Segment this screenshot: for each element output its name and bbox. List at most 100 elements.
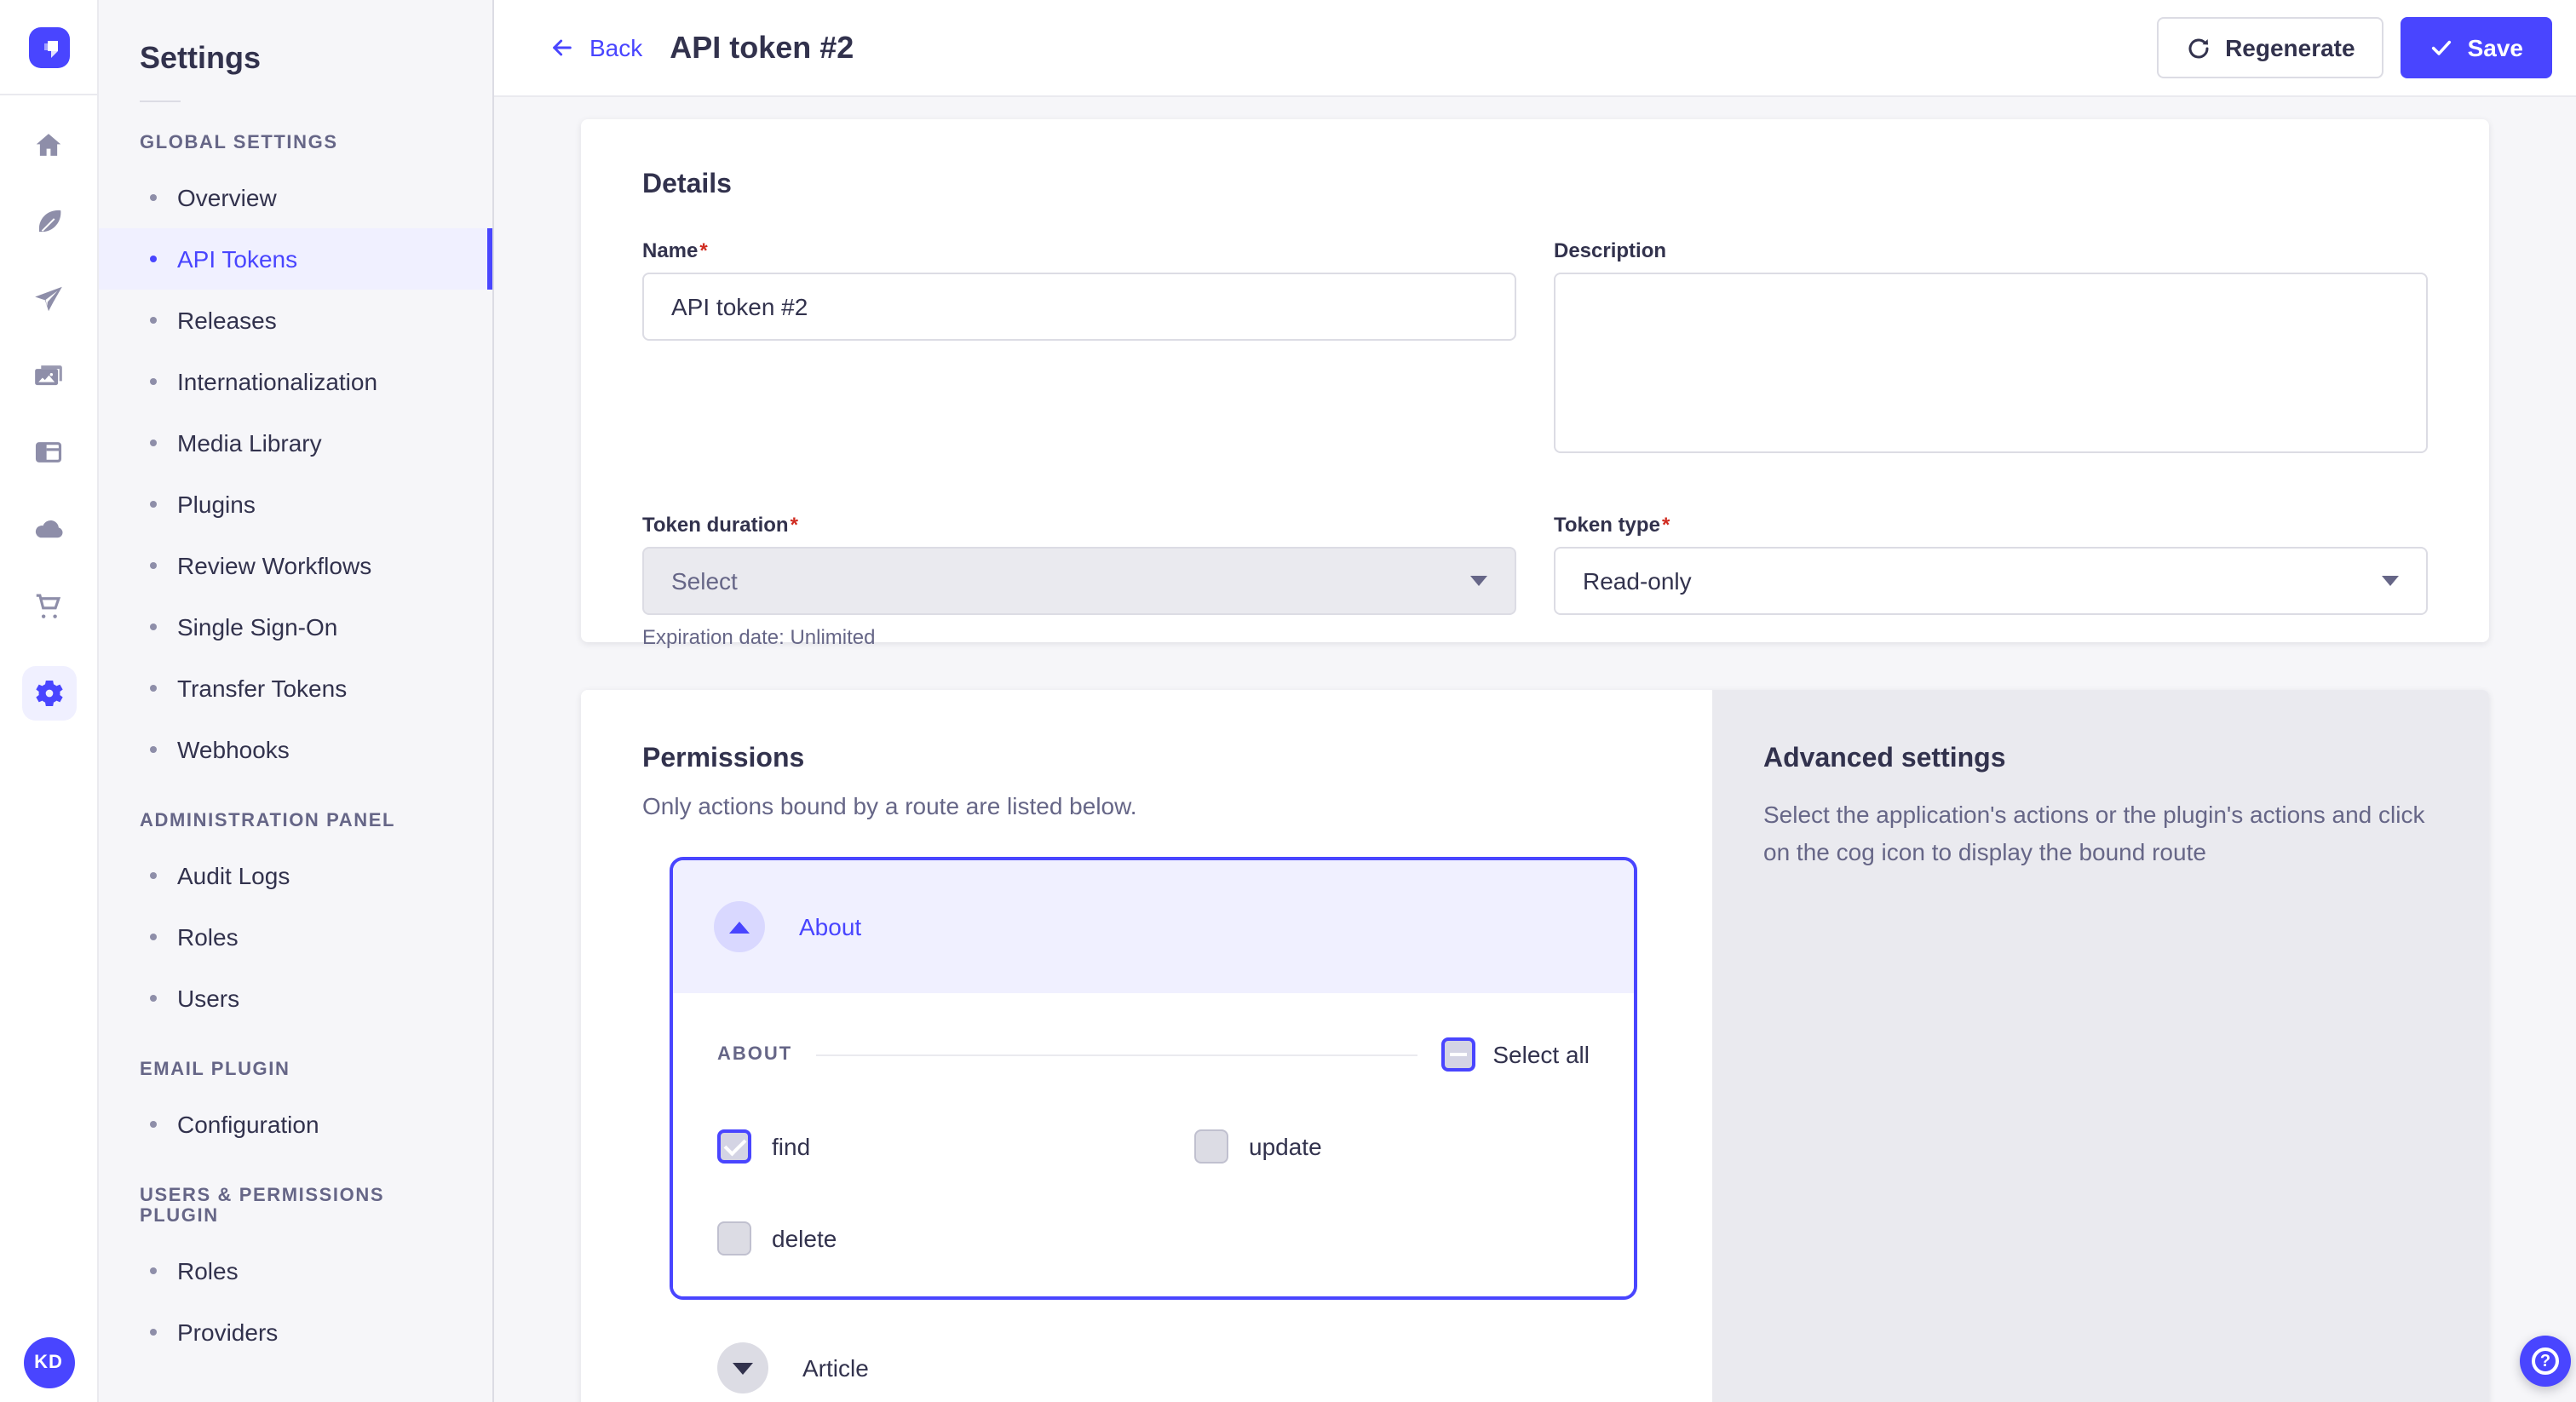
save-button[interactable]: Save: [2401, 17, 2552, 78]
back-button[interactable]: Back: [549, 34, 642, 61]
nav-rail-icons: [21, 124, 76, 721]
description-textarea[interactable]: [1554, 273, 2428, 453]
sidebar-title: Settings: [99, 41, 492, 77]
find-checkbox[interactable]: [717, 1129, 751, 1164]
action-delete[interactable]: delete: [717, 1221, 1194, 1255]
sidebar-item-webhooks[interactable]: Webhooks: [99, 719, 492, 780]
accordion-article-header[interactable]: Article: [581, 1334, 1712, 1402]
required-asterisk: *: [1662, 513, 1670, 537]
chevron-down-icon: [1470, 576, 1487, 586]
bullet-icon: [150, 995, 157, 1002]
required-asterisk: *: [791, 513, 798, 537]
sidebar-item-configuration[interactable]: Configuration: [99, 1094, 492, 1155]
sidebar-section-users-permissions-plugin: USERS & PERMISSIONS PLUGIN Roles Provide…: [99, 1186, 492, 1363]
sidebar-divider: [140, 101, 181, 102]
sidebar-section-label: USERS & PERMISSIONS PLUGIN: [99, 1186, 492, 1227]
select-all-checkbox[interactable]: [1441, 1037, 1475, 1072]
sidebar-item-roles[interactable]: Roles: [99, 906, 492, 968]
actions-grid: find update delete: [717, 1129, 1590, 1255]
sidebar-item-api-tokens[interactable]: API Tokens: [99, 228, 492, 290]
bullet-icon: [150, 872, 157, 879]
chevron-down-icon: [733, 1362, 753, 1374]
accordion-about-header[interactable]: About: [673, 860, 1634, 993]
name-label: Name*: [642, 238, 1516, 262]
name-field-group: Name*: [642, 238, 1516, 462]
sidebar-section-label: EMAIL PLUGIN: [99, 1060, 492, 1080]
sidebar-item-releases[interactable]: Releases: [99, 290, 492, 351]
token-type-select[interactable]: Read-only: [1554, 547, 2428, 615]
section-divider: [816, 1054, 1417, 1055]
regenerate-button[interactable]: Regenerate: [2157, 17, 2384, 78]
delete-label: delete: [772, 1225, 837, 1252]
page-header: Back API token #2 Regenerate Save: [494, 0, 2576, 97]
bullet-icon: [150, 256, 157, 262]
details-form: Name* Description: [642, 238, 2428, 462]
page-content: Details Name* Description Token duration…: [494, 97, 2576, 1402]
sidebar-item-up-roles[interactable]: Roles: [99, 1240, 492, 1301]
refresh-icon: [2186, 35, 2211, 60]
sidebar-item-transfer-tokens[interactable]: Transfer Tokens: [99, 658, 492, 719]
delete-checkbox[interactable]: [717, 1221, 751, 1255]
send-icon[interactable]: [28, 278, 69, 319]
strapi-logo[interactable]: [28, 26, 69, 67]
name-input[interactable]: [642, 273, 1516, 341]
accordion-about: About ABOUT Select all: [670, 857, 1637, 1300]
help-button[interactable]: ?: [2520, 1336, 2571, 1387]
page-title: API token #2: [670, 30, 854, 66]
required-asterisk: *: [699, 238, 707, 262]
permissions-subtitle: Only actions bound by a route are listed…: [581, 792, 1712, 819]
cloud-icon[interactable]: [28, 508, 69, 549]
bullet-icon: [150, 934, 157, 940]
permissions-heading: Permissions: [581, 744, 1712, 775]
bullet-icon: [150, 746, 157, 753]
layout-icon[interactable]: [28, 431, 69, 472]
permissions-panel: Permissions Only actions bound by a rout…: [581, 690, 1712, 1402]
token-duration-select[interactable]: Select: [642, 547, 1516, 615]
regenerate-label: Regenerate: [2225, 34, 2355, 61]
arrow-left-icon: [549, 34, 576, 61]
action-find[interactable]: find: [717, 1129, 1194, 1164]
sidebar-item-overview[interactable]: Overview: [99, 167, 492, 228]
sidebar-item-media-library[interactable]: Media Library: [99, 412, 492, 474]
token-type-field-group: Token type* Read-only: [1554, 513, 2428, 649]
bullet-icon: [150, 1329, 157, 1336]
sidebar-section-label: ADMINISTRATION PANEL: [99, 811, 492, 831]
sidebar-item-audit-logs[interactable]: Audit Logs: [99, 845, 492, 906]
token-type-label: Token type*: [1554, 513, 2428, 537]
accordion-article-label: Article: [802, 1354, 869, 1382]
gear-icon[interactable]: [21, 666, 76, 721]
bullet-icon: [150, 685, 157, 692]
chevron-down-icon: [2382, 576, 2399, 586]
update-checkbox[interactable]: [1194, 1129, 1228, 1164]
permissions-card: Permissions Only actions bound by a rout…: [581, 690, 2489, 1402]
action-update[interactable]: update: [1194, 1129, 1590, 1164]
nav-rail-header: [0, 0, 97, 95]
sidebar-item-review-workflows[interactable]: Review Workflows: [99, 535, 492, 596]
pen-icon[interactable]: [28, 201, 69, 242]
home-icon[interactable]: [28, 124, 69, 165]
collapse-toggle-button[interactable]: [714, 901, 765, 952]
about-section-label: ABOUT: [717, 1044, 792, 1065]
find-label: find: [772, 1133, 810, 1160]
question-mark-icon: ?: [2532, 1347, 2559, 1375]
cart-icon[interactable]: [28, 584, 69, 625]
accordion-about-body: ABOUT Select all find: [673, 993, 1634, 1296]
expand-toggle-button[interactable]: [717, 1342, 768, 1393]
sidebar-item-plugins[interactable]: Plugins: [99, 474, 492, 535]
sidebar-item-users[interactable]: Users: [99, 968, 492, 1029]
avatar[interactable]: KD: [23, 1337, 74, 1388]
select-all-control[interactable]: Select all: [1441, 1037, 1590, 1072]
sidebar-section-label: GLOBAL SETTINGS: [99, 133, 492, 153]
media-icon[interactable]: [28, 354, 69, 395]
accordion-about-label: About: [799, 913, 861, 940]
save-label: Save: [2468, 34, 2523, 61]
details-card: Details Name* Description Token duration…: [581, 119, 2489, 642]
sidebar-item-providers[interactable]: Providers: [99, 1301, 492, 1363]
bullet-icon: [150, 440, 157, 446]
sidebar-item-single-sign-on[interactable]: Single Sign-On: [99, 596, 492, 658]
token-type-value: Read-only: [1583, 567, 1692, 595]
sidebar-item-internationalization[interactable]: Internationalization: [99, 351, 492, 412]
main-area: Back API token #2 Regenerate Save Det: [494, 0, 2576, 1402]
settings-sidebar: Settings GLOBAL SETTINGS Overview API To…: [99, 0, 494, 1402]
token-duration-label: Token duration*: [642, 513, 1516, 537]
